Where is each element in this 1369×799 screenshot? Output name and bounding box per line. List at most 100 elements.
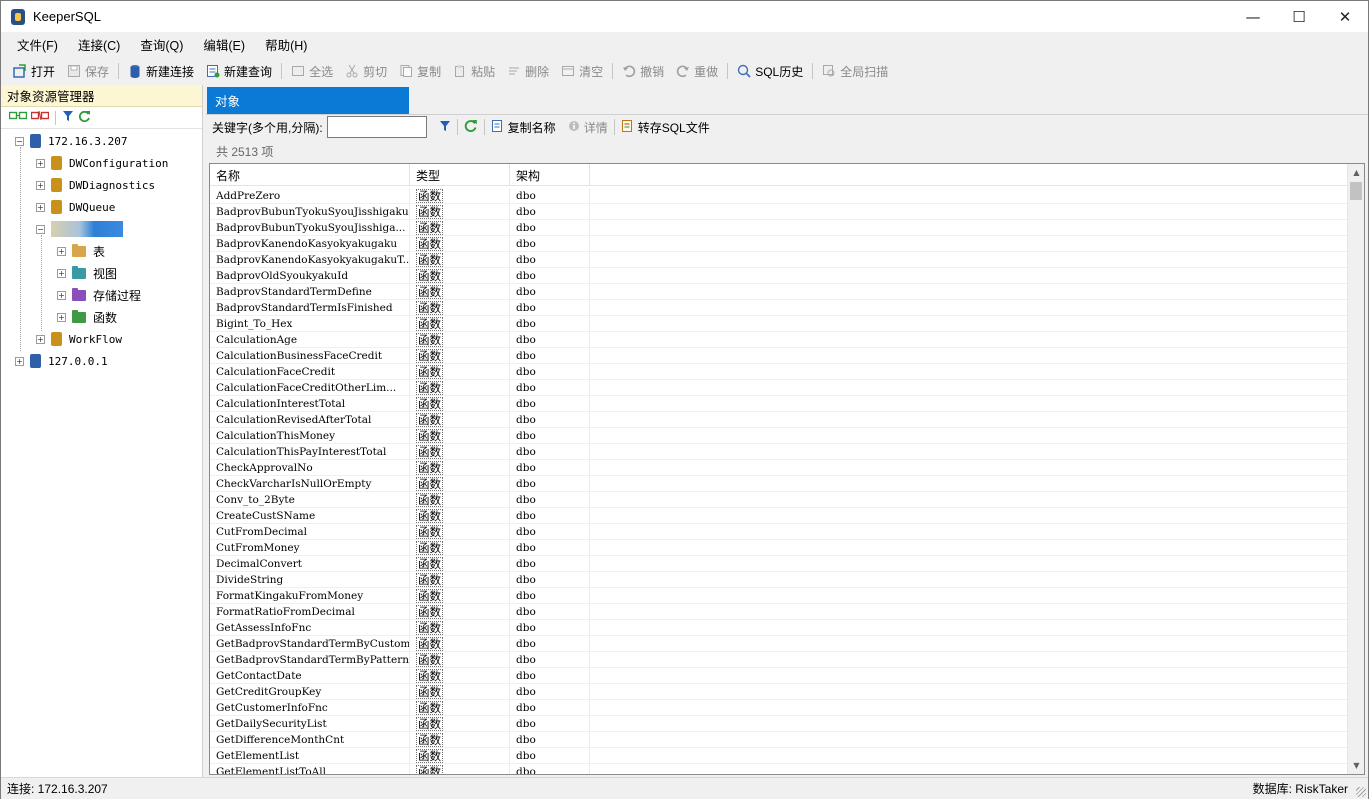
resize-grip-icon[interactable] (1356, 787, 1366, 797)
copy-name-button[interactable]: 复制名称 (485, 119, 562, 136)
refresh-icon[interactable] (78, 110, 91, 126)
refresh-button[interactable] (458, 119, 484, 136)
export-sql-button[interactable]: 转存SQL文件 (615, 119, 716, 136)
table-row[interactable]: Bigint_To_Hex 函数 dbo (210, 316, 1348, 332)
table-row[interactable]: BadprovOldSyoukyakuId 函数 dbo (210, 268, 1348, 284)
table-row[interactable]: GetContactDate 函数 dbo (210, 668, 1348, 684)
table-row[interactable]: GetElementList 函数 dbo (210, 748, 1348, 764)
menu-help[interactable]: 帮助(H) (255, 35, 317, 54)
save-button[interactable]: 保存 (61, 60, 115, 82)
redo-button[interactable]: 重做 (670, 60, 724, 82)
keyword-input[interactable] (326, 116, 427, 138)
copy-button[interactable]: 复制 (393, 60, 447, 82)
tree-server-node[interactable]: + 127.0.0.1 (15, 351, 108, 371)
table-row[interactable]: BadprovStandardTermDefine 函数 dbo (210, 284, 1348, 300)
table-row[interactable]: GetBadprovStandardTermByPattern 函数 dbo (210, 652, 1348, 668)
tree-database-node[interactable]: + WorkFlow (36, 329, 122, 349)
table-row[interactable]: GetBadprovStandardTermByCustomer 函数 dbo (210, 636, 1348, 652)
column-header-type[interactable]: 类型 (410, 164, 510, 186)
expand-icon[interactable]: + (57, 290, 66, 300)
select-all-button[interactable]: 全选 (285, 60, 339, 82)
table-row[interactable]: CalculationFaceCreditOtherLim... 函数 dbo (210, 380, 1348, 396)
table-row[interactable]: BadprovStandardTermIsFinished 函数 dbo (210, 300, 1348, 316)
table-row[interactable]: CutFromMoney 函数 dbo (210, 540, 1348, 556)
open-button[interactable]: 打开 (7, 60, 61, 82)
table-row[interactable]: BadprovKanendoKasyokyakugaku 函数 dbo (210, 236, 1348, 252)
tree-database-node[interactable]: + DWQueue (36, 197, 115, 217)
expand-icon[interactable]: + (36, 158, 45, 168)
table-row[interactable]: CalculationThisPayInterestTotal 函数 dbo (210, 444, 1348, 460)
table-row[interactable]: CalculationBusinessFaceCredit 函数 dbo (210, 348, 1348, 364)
expand-icon[interactable]: + (15, 356, 24, 366)
table-row[interactable]: GetAssessInfoFnc 函数 dbo (210, 620, 1348, 636)
tree-folder-views[interactable]: + 视图 (57, 263, 117, 283)
cut-button[interactable]: 剪切 (339, 60, 393, 82)
tab-objects[interactable]: 对象 (207, 87, 409, 114)
new-connection-button[interactable]: 新建连接 (122, 60, 200, 82)
table-row[interactable]: GetDailySecurityList 函数 dbo (210, 716, 1348, 732)
table-row[interactable]: CutFromDecimal 函数 dbo (210, 524, 1348, 540)
minimize-button[interactable]: — (1230, 1, 1276, 32)
scroll-down-icon[interactable]: ▼ (1348, 757, 1364, 774)
disconnect-icon[interactable] (30, 110, 50, 125)
filter-icon[interactable] (62, 110, 74, 125)
table-row[interactable]: CalculationAge 函数 dbo (210, 332, 1348, 348)
menu-connect[interactable]: 连接(C) (68, 35, 130, 54)
expand-icon[interactable]: + (57, 268, 66, 278)
table-row[interactable]: AddPreZero 函数 dbo (210, 188, 1348, 204)
filter-button[interactable] (433, 120, 457, 135)
table-row[interactable]: BadprovBubunTyokuSyouJisshiga... 函数 dbo (210, 220, 1348, 236)
sql-history-button[interactable]: SQL历史 (731, 60, 809, 82)
details-button[interactable]: 详情 (562, 119, 614, 136)
menu-file[interactable]: 文件(F) (7, 35, 68, 54)
tree-folder-functions[interactable]: + 函数 (57, 307, 117, 327)
tree-server-node[interactable]: − 172.16.3.207 (15, 131, 127, 151)
table-row[interactable]: CalculationInterestTotal 函数 dbo (210, 396, 1348, 412)
clear-button[interactable]: 清空 (555, 60, 609, 82)
scroll-thumb[interactable] (1350, 182, 1362, 200)
table-row[interactable]: CalculationThisMoney 函数 dbo (210, 428, 1348, 444)
table-row[interactable]: BadprovKanendoKasyokyakugakuT... 函数 dbo (210, 252, 1348, 268)
tree-database-node-selected[interactable]: − (36, 219, 123, 239)
table-row[interactable]: CheckVarcharIsNullOrEmpty 函数 dbo (210, 476, 1348, 492)
table-row[interactable]: GetDifferenceMonthCnt 函数 dbo (210, 732, 1348, 748)
new-query-button[interactable]: 新建查询 (200, 60, 278, 82)
tree-folder-tables[interactable]: + 表 (57, 241, 105, 261)
expand-icon[interactable]: + (36, 180, 45, 190)
table-row[interactable]: FormatRatioFromDecimal 函数 dbo (210, 604, 1348, 620)
tree-database-node[interactable]: + DWConfiguration (36, 153, 168, 173)
global-scan-button[interactable]: 全局扫描 (816, 60, 894, 82)
expand-icon[interactable]: + (57, 312, 66, 322)
menu-edit[interactable]: 编辑(E) (193, 35, 255, 54)
column-header-schema[interactable]: 架构 (510, 164, 590, 186)
paste-button[interactable]: 粘贴 (447, 60, 501, 82)
connect-icon[interactable] (8, 110, 28, 125)
tree-database-node[interactable]: + DWDiagnostics (36, 175, 155, 195)
table-row[interactable]: CalculationRevisedAfterTotal 函数 dbo (210, 412, 1348, 428)
table-row[interactable]: DecimalConvert 函数 dbo (210, 556, 1348, 572)
collapse-icon[interactable]: − (15, 136, 24, 146)
table-row[interactable]: FormatKingakuFromMoney 函数 dbo (210, 588, 1348, 604)
delete-button[interactable]: 删除 (501, 60, 555, 82)
expand-icon[interactable]: + (57, 246, 66, 256)
table-row[interactable]: GetCreditGroupKey 函数 dbo (210, 684, 1348, 700)
table-row[interactable]: DivideString 函数 dbo (210, 572, 1348, 588)
objects-grid[interactable]: 名称 类型 架构 AddPreZero 函数 dbo BadprovBubunTyok… (209, 163, 1365, 775)
maximize-button[interactable]: ☐ (1276, 1, 1322, 32)
expand-icon[interactable]: + (36, 202, 45, 212)
collapse-icon[interactable]: − (36, 224, 45, 234)
table-row[interactable]: Conv_to_2Byte 函数 dbo (210, 492, 1348, 508)
vertical-scrollbar[interactable]: ▲ ▼ (1347, 164, 1364, 774)
menu-query[interactable]: 查询(Q) (130, 35, 193, 54)
expand-icon[interactable]: + (36, 334, 45, 344)
table-row[interactable]: GetElementListToAll 函数 dbo (210, 764, 1348, 774)
table-row[interactable]: CalculationFaceCredit 函数 dbo (210, 364, 1348, 380)
table-row[interactable]: GetCustomerInfoFnc 函数 dbo (210, 700, 1348, 716)
undo-button[interactable]: 撤销 (616, 60, 670, 82)
scroll-up-icon[interactable]: ▲ (1348, 164, 1364, 181)
table-row[interactable]: BadprovBubunTyokuSyouJisshigaku 函数 dbo (210, 204, 1348, 220)
close-button[interactable]: ✕ (1322, 1, 1368, 32)
column-header-name[interactable]: 名称 (210, 164, 410, 186)
table-row[interactable]: CreateCustSName 函数 dbo (210, 508, 1348, 524)
table-row[interactable]: CheckApprovalNo 函数 dbo (210, 460, 1348, 476)
